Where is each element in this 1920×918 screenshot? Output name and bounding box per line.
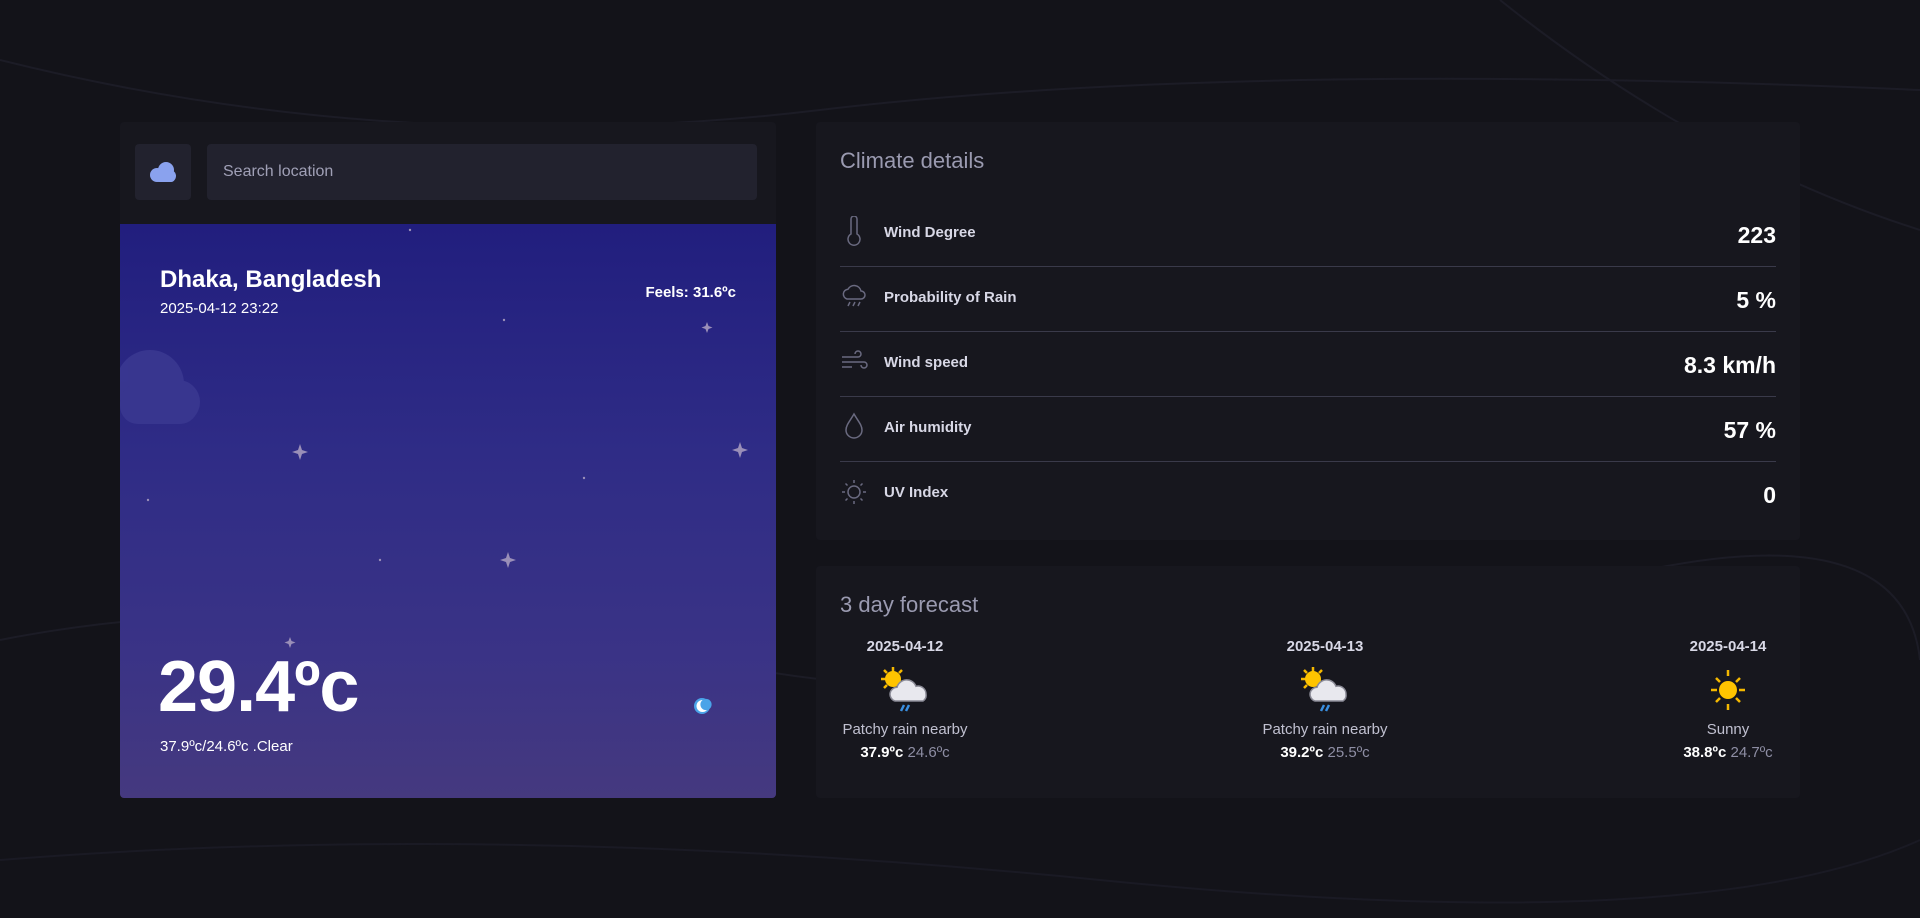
forecast-panel: 3 day forecast 2025-04-12 Patchy rain ne… <box>816 566 1800 798</box>
forecast-day: 2025-04-13 Patchy rain nearby 39.2ºc 25.… <box>1260 638 1390 761</box>
forecast-min: 25.5ºc <box>1327 744 1370 761</box>
detail-row-rain-probability: Probability of Rain 5 % <box>840 267 1776 332</box>
forecast-max: 37.9ºc <box>860 744 904 761</box>
detail-label: Wind Degree <box>884 224 976 241</box>
search-input[interactable] <box>207 144 757 200</box>
climate-details-panel: Climate details Wind Degree 223 Probabil… <box>816 122 1800 540</box>
forecast-condition: Patchy rain nearby <box>842 721 968 738</box>
local-datetime: 2025-04-12 23:22 <box>160 300 279 317</box>
thermometer-icon <box>847 216 861 246</box>
detail-value: 8.3 km/h <box>1683 352 1776 378</box>
forecast-min: 24.6ºc <box>907 744 950 761</box>
cloud-icon <box>150 162 176 182</box>
forecast-condition: Sunny <box>1706 721 1750 738</box>
detail-row-air-humidity: Air humidity 57 % <box>840 397 1776 462</box>
current-temperature: 29.4ºc <box>158 647 359 727</box>
forecast-day: 2025-04-14 Sunny 38.8ºc 24.7ºc <box>1680 638 1776 761</box>
detail-row-wind-degree: Wind Degree 223 <box>840 202 1776 267</box>
forecast-title: 3 day forecast <box>840 592 979 617</box>
climate-details-list: Wind Degree 223 Probability of Rain 5 % … <box>840 202 1776 527</box>
forecast-min: 24.7ºc <box>1730 744 1773 761</box>
logo-button[interactable] <box>135 144 191 200</box>
detail-value: 57 % <box>1723 417 1776 443</box>
sun-icon <box>842 480 866 504</box>
detail-label: Air humidity <box>884 419 972 436</box>
detail-label: UV Index <box>884 484 949 501</box>
forecast-date: 2025-04-12 <box>866 638 944 655</box>
climate-details-title: Climate details <box>840 148 985 173</box>
sunny-icon <box>1711 670 1745 710</box>
wind-icon <box>842 350 868 369</box>
forecast-date: 2025-04-14 <box>1689 638 1767 655</box>
forecast-temps: 38.8ºc 24.7ºc <box>1680 744 1776 761</box>
patchy-rain-icon <box>881 667 927 712</box>
detail-label: Wind speed <box>884 354 969 371</box>
forecast-temps: 39.2ºc 25.5ºc <box>1260 744 1390 761</box>
city-name: Dhaka, Bangladesh <box>160 266 382 293</box>
search-bar <box>135 144 761 200</box>
droplet-icon <box>845 412 863 439</box>
feels-like: Feels: 31.6ºc <box>645 284 736 301</box>
detail-value: 5 % <box>1736 287 1776 313</box>
forecast-date: 2025-04-13 <box>1286 638 1364 655</box>
detail-row-uv-index: UV Index 0 <box>840 462 1776 527</box>
moon-icon <box>694 698 712 714</box>
detail-value: 223 <box>1737 222 1776 248</box>
detail-value: 0 <box>1763 482 1776 508</box>
forecast-max: 39.2ºc <box>1280 744 1324 761</box>
patchy-rain-icon <box>1301 667 1347 712</box>
detail-label: Probability of Rain <box>884 289 1017 306</box>
forecast-max: 38.8ºc <box>1683 744 1727 761</box>
temperature-range: 37.9ºc/24.6ºc .Clear <box>160 738 293 755</box>
forecast-temps: 37.9ºc 24.6ºc <box>840 744 970 761</box>
forecast-day: 2025-04-12 Patchy rain nearby 37.9ºc 24.… <box>840 638 970 761</box>
weather-card: Dhaka, Bangladesh 2025-04-12 23:22 Feels… <box>120 224 776 798</box>
current-weather-panel: Dhaka, Bangladesh 2025-04-12 23:22 Feels… <box>120 122 776 798</box>
rain-cloud-icon <box>842 284 866 307</box>
forecast-condition: Patchy rain nearby <box>1262 721 1388 738</box>
detail-row-wind-speed: Wind speed 8.3 km/h <box>840 332 1776 397</box>
